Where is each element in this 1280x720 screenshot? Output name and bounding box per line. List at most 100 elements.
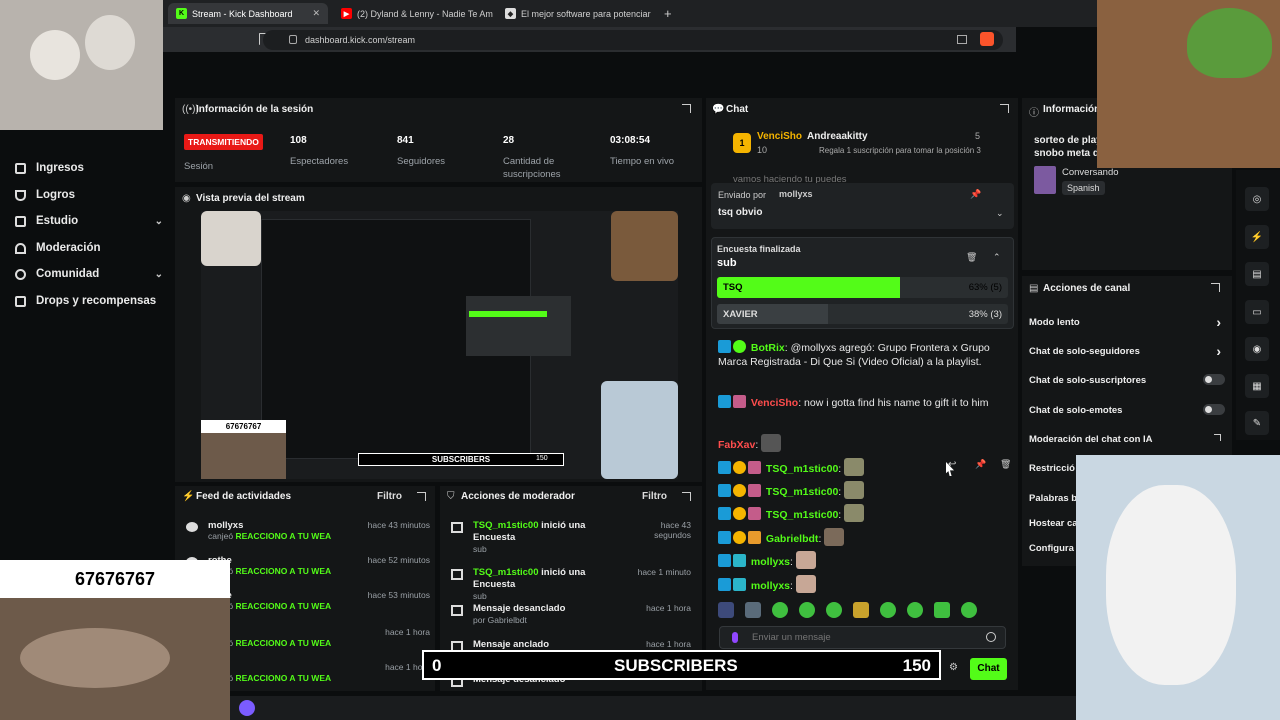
chat-username[interactable]: FabXav [718, 439, 755, 451]
url-field[interactable]: dashboard.kick.com/stream [263, 30, 1003, 50]
emote-button[interactable] [934, 602, 950, 618]
chevron-down-icon[interactable]: ⌄ [996, 208, 1004, 219]
expand-icon[interactable] [682, 104, 691, 113]
emote-button[interactable] [907, 602, 923, 618]
subs-only-toggle[interactable] [1203, 374, 1225, 385]
subscribers-goal-bar: 0 SUBSCRIBERS 150 [422, 650, 941, 680]
language-tag: Spanish [1062, 181, 1105, 195]
mod-user: TSQ_m1stic00 [473, 520, 539, 531]
tab-software[interactable]: ◆ El mejor software para potenciar [497, 3, 657, 24]
expand-icon[interactable] [1000, 104, 1009, 113]
emote-button[interactable] [880, 602, 896, 618]
chevron-right-icon: › [1216, 314, 1221, 330]
sidebar-item-ingresos[interactable]: Ingresos [15, 162, 163, 174]
ai-moderation-row[interactable]: Moderación del chat con IA [1029, 434, 1225, 445]
trash-icon[interactable]: 🗑 [966, 252, 977, 263]
chat-message: TSQ_m1stic00: [718, 458, 1008, 476]
pin-icon[interactable]: 📌 [970, 189, 981, 200]
emote-button[interactable] [745, 602, 761, 618]
mod-actions-title: Acciones de moderador [461, 491, 575, 502]
tab-kick-dashboard[interactable]: K Stream - Kick Dashboard ✕ [168, 3, 328, 24]
chat-message: mollyxs: [718, 551, 1008, 569]
mod-action-item[interactable]: Mensaje desanclado por Gabrielbdt hace 1 h… [451, 603, 697, 625]
frog-cat-sticker-image [611, 211, 678, 281]
feed-action: canjeó [208, 531, 234, 541]
layout-icon[interactable]: ▦ [1245, 374, 1269, 398]
cat-body-shape [20, 628, 170, 688]
chat-username[interactable]: Gabrielbdt [766, 533, 819, 545]
mod-action-item[interactable]: TSQ_m1stic00 inició una Encuesta sub hace … [451, 567, 697, 601]
cat-head-shape [30, 30, 80, 80]
chat-username[interactable]: mollyxs [751, 556, 790, 568]
mod-action-item[interactable]: TSQ_m1stic00 inició una Encuesta sub hace … [451, 520, 697, 554]
pin-icon[interactable]: 📌 [975, 459, 986, 470]
preview-title: Vista previa del stream [196, 193, 305, 204]
document-icon[interactable]: ▤ [1245, 262, 1269, 286]
top-gifter-name[interactable]: VenciSho [757, 131, 802, 142]
emotes-only-toggle[interactable] [1203, 404, 1225, 415]
chat-username[interactable]: TSQ_m1stic00 [766, 509, 838, 521]
chat-username[interactable]: mollyxs [751, 580, 790, 592]
broadcast-icon[interactable]: ◉ [1245, 337, 1269, 361]
trophy-icon [15, 189, 26, 201]
preview-overlay-number: 67676767 [201, 420, 286, 433]
bolt-icon[interactable]: ⚡ [1245, 225, 1269, 249]
expand-icon[interactable] [682, 492, 691, 501]
chevron-up-icon[interactable]: ⌃ [993, 252, 1001, 263]
target-icon[interactable]: ◎ [1245, 187, 1269, 211]
chat-icon[interactable]: ▭ [1245, 300, 1269, 324]
chat-message-field[interactable] [752, 630, 972, 645]
emote-button[interactable] [853, 602, 869, 618]
expand-icon[interactable] [417, 492, 426, 501]
revenue-icon [15, 162, 26, 174]
brave-shield-icon[interactable] [980, 32, 994, 46]
chevron-right-icon: › [1216, 343, 1221, 359]
chat-username[interactable]: BotRix [751, 342, 785, 354]
sub-goal-label: SUBSCRIBERS [614, 656, 738, 675]
followers-only-row[interactable]: Chat de solo-seguidores › [1029, 343, 1225, 359]
chat-input[interactable] [719, 626, 1006, 649]
emote-image [761, 434, 782, 452]
emote-button[interactable] [772, 602, 788, 618]
send-chat-button[interactable]: Chat [970, 658, 1007, 680]
chat-username[interactable]: TSQ_m1stic00 [766, 486, 838, 498]
wrench-icon[interactable]: ✎ [1245, 411, 1269, 435]
studio-icon [15, 215, 26, 227]
site-settings-icon[interactable] [289, 35, 297, 44]
emote-image [824, 528, 845, 546]
gifter-badge-icon [733, 461, 746, 474]
sidebar-item-comunidad[interactable]: Comunidad ⌄ [15, 268, 163, 280]
top-gifter-count: 10 [757, 145, 768, 155]
mod-action-detail: sub [473, 544, 487, 554]
preview-chat-thumbnail [466, 296, 571, 356]
emote-button[interactable] [826, 602, 842, 618]
trash-icon[interactable]: 🗑 [1000, 459, 1011, 470]
mod-action-text: Mensaje desanclado [473, 603, 566, 614]
expand-icon[interactable] [1211, 283, 1220, 292]
chat-username[interactable]: VenciSho [751, 397, 798, 409]
emote-button[interactable] [718, 602, 734, 618]
sidebar-item-drops[interactable]: Drops y recompensas [15, 295, 163, 307]
gear-icon[interactable]: ⚙ [949, 662, 958, 673]
sidebar-item-estudio[interactable]: Estudio ⌄ [15, 215, 163, 227]
tab-youtube[interactable]: ▶ (2) Dyland & Lenny - Nadie Te Amará [333, 3, 493, 24]
new-tab-icon[interactable]: + [664, 6, 672, 21]
emoji-icon[interactable] [986, 632, 996, 642]
emote-button[interactable] [961, 602, 977, 618]
feed-item[interactable]: mollyxs canjeó REACCIONO A TU WEA hace 43 … [186, 520, 436, 541]
emote-button[interactable] [799, 602, 815, 618]
mod-filter-button[interactable]: Filtro [642, 491, 667, 502]
share-icon[interactable] [957, 35, 967, 44]
sidebar-item-moderacion[interactable]: Moderación [15, 242, 163, 254]
stream-preview-video[interactable]: 67676767 SUBSCRIBERS 150 [201, 211, 678, 479]
settings-icon: ▤ [1029, 283, 1039, 294]
chat-username[interactable]: TSQ_m1stic00 [766, 463, 838, 475]
close-tab-icon[interactable]: ✕ [312, 8, 320, 19]
next-gifter-name[interactable]: Andreaakitty [807, 131, 868, 142]
slow-mode-row[interactable]: Modo lento › [1029, 314, 1225, 330]
emote-image [844, 481, 865, 499]
feed-filter-button[interactable]: Filtro [377, 491, 402, 502]
sidebar-item-logros[interactable]: Logros [15, 189, 163, 201]
emotes-only-row: Chat de solo-emotes [1029, 404, 1225, 416]
app-icon[interactable] [239, 700, 255, 716]
